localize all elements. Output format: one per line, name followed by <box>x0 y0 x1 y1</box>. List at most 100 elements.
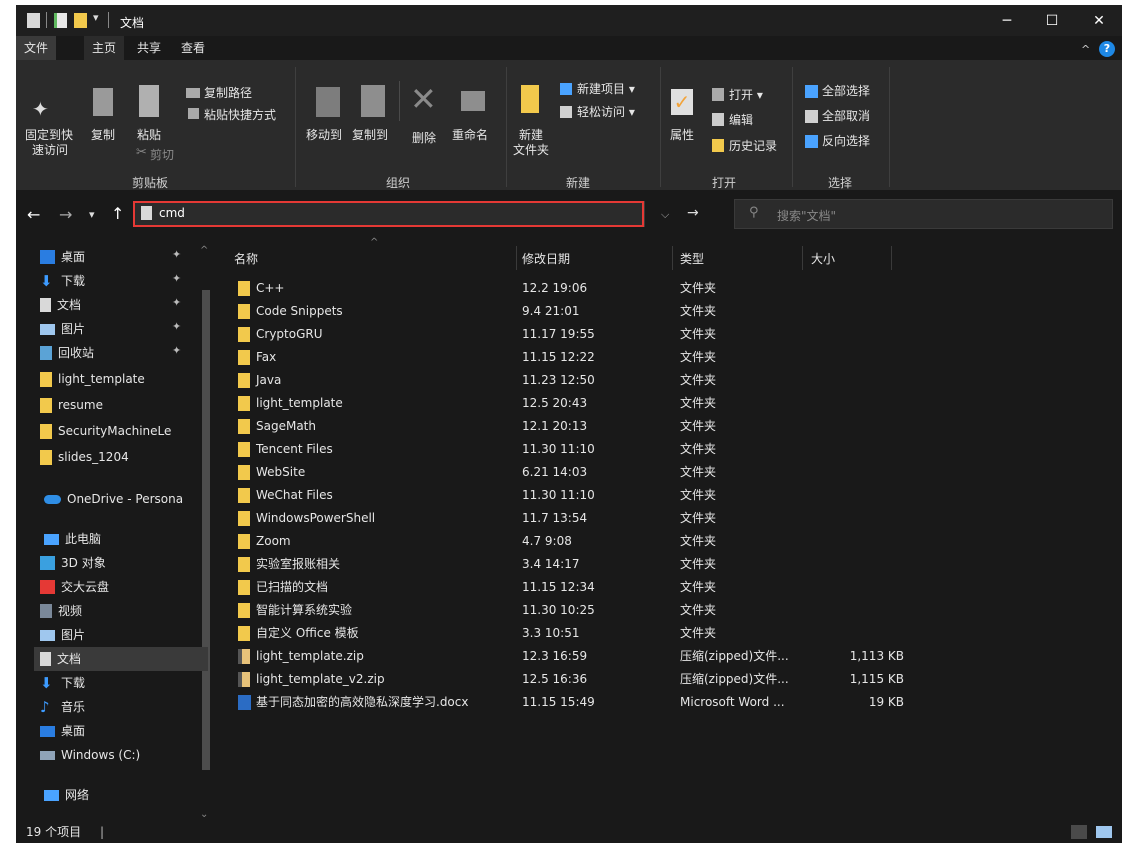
nav-item-this-pc[interactable]: 此电脑 <box>44 527 101 551</box>
file-row[interactable]: CryptoGRU 11.17 19:55 文件夹 <box>234 323 904 346</box>
maximize-button[interactable]: ☐ <box>1029 5 1075 36</box>
column-header-type[interactable]: 类型 <box>680 248 704 270</box>
pin-icon[interactable]: ✦ <box>172 344 181 357</box>
file-row[interactable]: Zoom 4.7 9:08 文件夹 <box>234 530 904 553</box>
file-row[interactable]: light_template 12.5 20:43 文件夹 <box>234 392 904 415</box>
nav-item-music[interactable]: ♪ 音乐 <box>40 695 85 719</box>
help-icon[interactable]: ? <box>1099 41 1115 57</box>
file-row[interactable]: WeChat Files 11.30 11:10 文件夹 <box>234 484 904 507</box>
nav-item-recycle-bin[interactable]: 回收站 <box>40 341 94 365</box>
recent-locations-button[interactable]: ▾ <box>89 208 95 221</box>
select-none-button[interactable]: 全部取消 <box>822 107 870 124</box>
nav-scroll-up-icon[interactable]: ^ <box>200 245 208 256</box>
file-row[interactable]: 自定义 Office 模板 3.3 10:51 文件夹 <box>234 622 904 645</box>
nav-item-network[interactable]: 网络 <box>44 783 89 807</box>
paste-shortcut-button[interactable]: 粘贴快捷方式 <box>204 106 276 123</box>
rename-button[interactable]: 重命名 <box>452 126 488 143</box>
collapse-ribbon-icon[interactable]: ^ <box>1081 43 1090 56</box>
nav-item-pc-desktop[interactable]: 桌面 <box>40 719 85 743</box>
file-type: 文件夹 <box>680 396 717 410</box>
nav-label: 文档 <box>57 652 82 666</box>
paste-shortcut-icon <box>188 108 199 119</box>
file-row[interactable]: 实验室报账相关 3.4 14:17 文件夹 <box>234 553 904 576</box>
select-all-button[interactable]: 全部选择 <box>822 82 870 99</box>
back-button[interactable]: ← <box>27 205 40 224</box>
address-input[interactable]: cmd <box>133 201 644 227</box>
nav-item-videos[interactable]: 视频 <box>40 599 82 623</box>
copy-button[interactable]: 复制 <box>91 126 115 143</box>
file-row[interactable]: light_template.zip 12.3 16:59 压缩(zipped)文件… <box>234 645 904 668</box>
nav-item-jcloud[interactable]: 交大云盘 <box>40 575 109 599</box>
divider[interactable] <box>802 246 803 270</box>
file-row[interactable]: light_template_v2.zip 12.5 16:36 压缩(zipped… <box>234 668 904 691</box>
nav-item-3d-objects[interactable]: 3D 对象 <box>40 551 106 575</box>
properties-quick-icon[interactable] <box>54 13 67 28</box>
file-row[interactable]: Tencent Files 11.30 11:10 文件夹 <box>234 438 904 461</box>
details-view-icon[interactable] <box>1071 825 1087 839</box>
pin-icon[interactable]: ✦ <box>172 248 181 261</box>
delete-button[interactable]: 删除 <box>412 129 436 146</box>
item-count: 19 个项目 <box>26 825 82 839</box>
nav-item-pc-downloads[interactable]: ⬇ 下载 <box>40 671 85 695</box>
new-folder-quick-icon[interactable] <box>74 13 87 28</box>
column-header-name[interactable]: 名称 <box>234 248 258 270</box>
nav-item-documents[interactable]: 文档 <box>40 293 81 317</box>
nav-item-light-template[interactable]: light_template <box>40 367 145 391</box>
open-button[interactable]: 打开 ▾ <box>729 86 763 103</box>
cut-button[interactable]: 剪切 <box>150 146 174 163</box>
nav-item-security[interactable]: SecurityMachineLe <box>40 419 171 443</box>
nav-item-desktop[interactable]: 桌面 <box>40 245 85 269</box>
close-button[interactable]: ✕ <box>1076 5 1122 36</box>
properties-button[interactable]: 属性 <box>670 126 694 143</box>
nav-item-pc-pictures[interactable]: 图片 <box>40 623 85 647</box>
large-icons-view-icon[interactable] <box>1096 826 1112 838</box>
tab-file[interactable]: 文件 <box>16 36 57 60</box>
forward-button[interactable]: → <box>59 205 72 224</box>
file-row[interactable]: Fax 11.15 12:22 文件夹 <box>234 346 904 369</box>
move-to-button[interactable]: 移动到 <box>306 126 342 143</box>
nav-scrollbar-thumb[interactable] <box>202 290 210 770</box>
nav-scroll-down-icon[interactable]: ⌄ <box>200 809 208 820</box>
invert-selection-button[interactable]: 反向选择 <box>822 132 870 149</box>
copy-to-button[interactable]: 复制到 <box>352 126 388 143</box>
tab-share[interactable]: 共享 <box>129 36 169 60</box>
file-row[interactable]: SageMath 12.1 20:13 文件夹 <box>234 415 904 438</box>
column-header-size[interactable]: 大小 <box>811 248 835 270</box>
edit-button[interactable]: 编辑 <box>729 111 753 128</box>
quick-access-dropdown-icon[interactable]: ▾ <box>93 11 99 24</box>
column-header-date[interactable]: 修改日期 <box>522 248 570 270</box>
nav-item-slides[interactable]: slides_1204 <box>40 445 129 469</box>
tab-view[interactable]: 查看 <box>173 36 213 60</box>
tab-home[interactable]: 主页 <box>84 36 125 60</box>
pin-icon[interactable]: ✦ <box>172 272 181 285</box>
nav-item-onedrive[interactable]: OneDrive - Persona <box>44 487 183 511</box>
divider[interactable] <box>516 246 517 270</box>
minimize-button[interactable]: ─ <box>984 5 1030 36</box>
file-row[interactable]: C++ 12.2 19:06 文件夹 <box>234 277 904 300</box>
nav-item-pictures[interactable]: 图片 <box>40 317 85 341</box>
history-button[interactable]: 历史记录 <box>729 137 777 154</box>
file-row[interactable]: 已扫描的文档 11.15 12:34 文件夹 <box>234 576 904 599</box>
file-row[interactable]: 基于同态加密的高效隐私深度学习.docx 11.15 15:49 Microsoft… <box>234 691 904 714</box>
nav-item-resume[interactable]: resume <box>40 393 103 417</box>
search-input[interactable]: ⚲ 搜索"文档" <box>734 199 1113 229</box>
file-row[interactable]: 智能计算系统实验 11.30 10:25 文件夹 <box>234 599 904 622</box>
new-item-button[interactable]: 新建项目 ▾ <box>577 80 635 97</box>
file-row[interactable]: Code Snippets 9.4 21:01 文件夹 <box>234 300 904 323</box>
paste-button[interactable]: 粘贴 <box>137 126 161 143</box>
copy-path-button[interactable]: 复制路径 <box>204 84 252 101</box>
file-row[interactable]: Java 11.23 12:50 文件夹 <box>234 369 904 392</box>
divider[interactable] <box>891 246 892 270</box>
nav-item-drive-c[interactable]: Windows (C:) <box>40 743 140 767</box>
up-button[interactable]: ↑ <box>111 204 124 223</box>
nav-item-pc-documents[interactable]: 文档 <box>34 647 208 671</box>
file-row[interactable]: WindowsPowerShell 11.7 13:54 文件夹 <box>234 507 904 530</box>
go-button[interactable]: → <box>687 205 699 221</box>
nav-item-downloads[interactable]: ⬇ 下载 <box>40 269 85 293</box>
divider[interactable] <box>672 246 673 270</box>
pin-icon[interactable]: ✦ <box>172 296 181 309</box>
easy-access-button[interactable]: 轻松访问 ▾ <box>577 103 635 120</box>
address-history-dropdown[interactable]: ⌵ <box>661 208 669 222</box>
pin-icon[interactable]: ✦ <box>172 320 181 333</box>
file-row[interactable]: WebSite 6.21 14:03 文件夹 <box>234 461 904 484</box>
